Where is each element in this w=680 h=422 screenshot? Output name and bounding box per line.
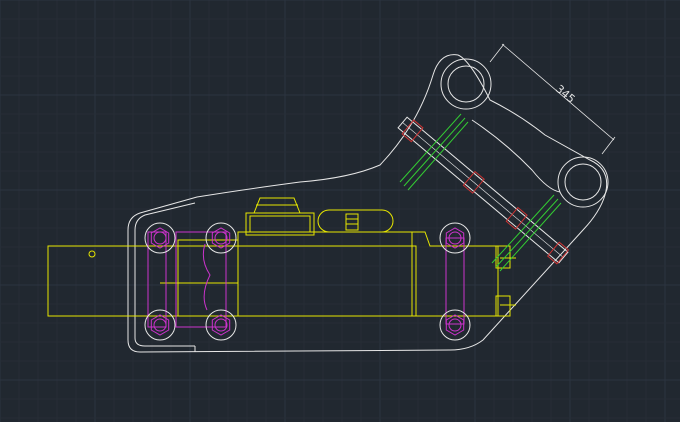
- pin-2: [205, 222, 237, 254]
- bracket-outline: [127, 54, 609, 353]
- pin-bore: [153, 318, 167, 332]
- pin-bore: [214, 318, 228, 332]
- housing-right-end: [412, 231, 499, 317]
- cad-drawing-canvas[interactable]: 345: [0, 0, 680, 422]
- lube-port: [88, 250, 96, 258]
- bolt-upper-c: [407, 121, 469, 191]
- bolt-lower-c: [499, 202, 562, 272]
- body-outer-profile: [127, 54, 608, 353]
- slot-window: [317, 209, 394, 233]
- pin-bore: [153, 231, 167, 245]
- dimension-extension-top: [489, 43, 505, 63]
- pin-6: [439, 309, 471, 341]
- arm-inner-slot: [471, 119, 561, 193]
- pin-bore: [214, 231, 228, 245]
- housing-step: [237, 231, 413, 316]
- top-pivot-inner: [447, 65, 485, 103]
- dimension-value: 345: [553, 82, 577, 105]
- bolt-upper-b: [399, 113, 462, 183]
- grid: [0, 0, 680, 422]
- body-inner-profile: [134, 202, 196, 347]
- top-lug-inner: [249, 215, 311, 233]
- pins: [144, 222, 471, 341]
- pin-4: [205, 309, 237, 341]
- pin-bore: [448, 318, 462, 332]
- cad-drawing-viewport[interactable]: 345: [0, 0, 680, 422]
- dimension-345[interactable]: 345: [489, 43, 616, 155]
- left-inner-block: [177, 239, 239, 317]
